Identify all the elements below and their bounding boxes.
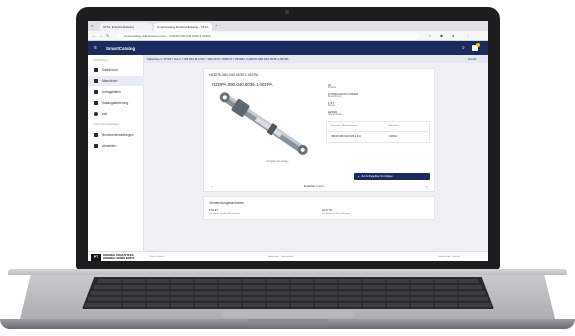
- url-field[interactable]: smartcatalog.stillpartsweb.com/…/HZDPA.0…: [118, 32, 418, 40]
- hamburger-menu-icon[interactable]: ≡: [94, 45, 97, 51]
- window-close-icon[interactable]: ●: [91, 24, 93, 28]
- sidebar-item-benutzereinstellungen[interactable]: Benutzereinstellungen: [88, 130, 144, 140]
- sidebar-item-label: Info: [102, 112, 108, 116]
- back-arrow-icon[interactable]: ←: [92, 34, 96, 38]
- part-card: HZDPA.080.040.0035.1.001PA HZDPA.080.040…: [203, 68, 435, 192]
- sidebar-item-label: Benutzereinstellungen: [102, 133, 134, 137]
- sidebar-item-label: Maschinen: [102, 79, 118, 83]
- sidebar-item-label: Abmelden: [102, 144, 117, 148]
- extension-icon[interactable]: ◆: [440, 34, 443, 38]
- pager-label: Ersatzteil 1 von 2: [304, 185, 324, 188]
- sidebar: Einstellung Dashboard Maschinen Anfragel…: [88, 55, 144, 251]
- search-icon[interactable]: ⌕: [462, 45, 465, 51]
- table-cell: HZDPA.080.040.0035.1.001: [331, 135, 361, 138]
- sidebar-section-label: Einstellung: [94, 58, 108, 62]
- footer-links-right[interactable]: Datenschutz · Cookies: [438, 256, 460, 258]
- back-link[interactable]: Zurück: [468, 57, 477, 61]
- browser-tab-1[interactable]: STILL Ersatzteilkatalog: [100, 23, 152, 31]
- table-row[interactable]: HZDPA.080.040.0035.1.001 493894: [327, 132, 429, 142]
- part-image: [219, 92, 308, 155]
- cart-add-icon: ▸: [358, 175, 360, 178]
- profile-icon[interactable]: ●: [452, 34, 454, 38]
- table-header-row: Ersatzteil / Materialnummer Alternative: [327, 122, 429, 132]
- page-footer: PT ORIGINAL ERSATZTEILE ORIGINAL SPARE P…: [88, 251, 488, 261]
- part-title: HZDPA.080.040.0035.1.001PA: [212, 82, 273, 87]
- notification-badge: [476, 42, 480, 47]
- sidebar-section-label: Konto-Einstellungen: [94, 122, 120, 126]
- logo-text-line-2: ORIGINAL SPARE PARTS: [103, 257, 135, 260]
- usage-title: Verwendungsnachweis: [209, 201, 244, 205]
- gear-icon: [94, 133, 98, 137]
- screen: ● STILL Ersatzteilkatalog SmartCatalog E…: [88, 21, 488, 261]
- app-header: ≡ SmartCatalog ⌕: [88, 41, 488, 55]
- field-label: Position: [328, 86, 337, 89]
- logout-icon: [94, 144, 98, 148]
- field-label: Teile-Nummer: [328, 113, 343, 116]
- catalog-icon: [94, 101, 98, 105]
- new-tab-button[interactable]: +: [215, 24, 217, 28]
- breadcrumb-path[interactable]: Maschinen / RT90 / Teil 1 / 105.8A LB A7…: [147, 57, 289, 61]
- usage-card: Verwendungsnachweis 0.02 ET Positionen i…: [203, 196, 435, 220]
- laptop-keyboard: [82, 277, 494, 309]
- add-button-label: Zur Anfrageliste hinzufügen: [361, 175, 393, 178]
- browser-tab-2-active[interactable]: SmartCatalog Ersatzteilkatalog - STILL: [154, 23, 212, 31]
- pager-prev-icon[interactable]: ‹: [212, 184, 213, 189]
- sidebar-item-anfragelisten[interactable]: Anfragelisten: [88, 87, 144, 97]
- url-text: smartcatalog.stillpartsweb.com/…/HZDPA.0…: [124, 34, 211, 38]
- table-header: Ersatzteil / Materialnummer: [331, 125, 358, 127]
- table-cell: 493894: [389, 135, 397, 138]
- browser-address-bar: ← → ↻ smartcatalog.stillpartsweb.com/…/H…: [88, 31, 488, 41]
- brand-logo-icon: PT: [91, 253, 101, 261]
- browser-tab-label: SmartCatalog Ersatzteilkatalog - STILL: [157, 25, 209, 29]
- pager-next-icon[interactable]: ›: [426, 184, 427, 189]
- info-icon: [94, 112, 98, 116]
- laptop-notch: [248, 319, 328, 323]
- sidebar-item-katalogaktivierung[interactable]: Katalogaktivierung: [88, 98, 144, 108]
- laptop-hinge: [8, 269, 567, 275]
- star-icon[interactable]: ☆: [428, 34, 432, 38]
- browser-tab-label: STILL Ersatzteilkatalog: [103, 25, 134, 29]
- footer-copyright: © Kion & Partner: [148, 256, 165, 258]
- part-card-header: HZDPA.080.040.0035.1.001PA: [209, 73, 259, 77]
- app-title: SmartCatalog: [106, 45, 136, 51]
- trackpad: [222, 310, 354, 318]
- keyboard-keys: [85, 279, 491, 307]
- sidebar-item-abmelden[interactable]: Abmelden: [88, 141, 144, 151]
- sidebar-item-maschinen[interactable]: Maschinen: [88, 76, 144, 86]
- menu-dots-icon[interactable]: ⋮: [466, 34, 470, 38]
- forward-arrow-icon[interactable]: →: [99, 34, 103, 38]
- field-label: Menge: [328, 104, 336, 107]
- sidebar-item-label: Anfragelisten: [102, 90, 121, 94]
- parts-table: Ersatzteil / Materialnummer Alternative …: [326, 121, 430, 143]
- machine-icon: [94, 79, 98, 83]
- usage-label: Positionen im aktuellen Katalog: [209, 212, 240, 215]
- sidebar-item-dashboard[interactable]: Dashboard: [88, 65, 144, 75]
- reload-icon[interactable]: ↻: [106, 34, 109, 38]
- sidebar-item-label: Katalogaktivierung: [102, 101, 129, 105]
- field-label: Bezeichnung: [328, 95, 342, 98]
- sidebar-item-info[interactable]: Info: [88, 109, 144, 119]
- add-to-request-list-button[interactable]: ▸ Zur Anfrageliste hinzufügen: [354, 173, 430, 180]
- browser-tab-bar: ● STILL Ersatzteilkatalog SmartCatalog E…: [88, 21, 488, 31]
- breadcrumb: Maschinen / RT90 / Teil 1 / 105.8A LB A7…: [144, 55, 488, 63]
- sidebar-item-label: Dashboard: [102, 68, 118, 72]
- image-caption: Verfügbar auf Anfrage: [266, 161, 289, 163]
- list-icon: [94, 90, 98, 94]
- table-header: Alternative: [389, 125, 400, 127]
- usage-label: Positionen in allen Katalogen: [322, 212, 351, 215]
- webcam: [285, 10, 289, 14]
- footer-links[interactable]: Impressum · Datenschutz: [268, 256, 293, 258]
- dashboard-icon: [94, 68, 98, 72]
